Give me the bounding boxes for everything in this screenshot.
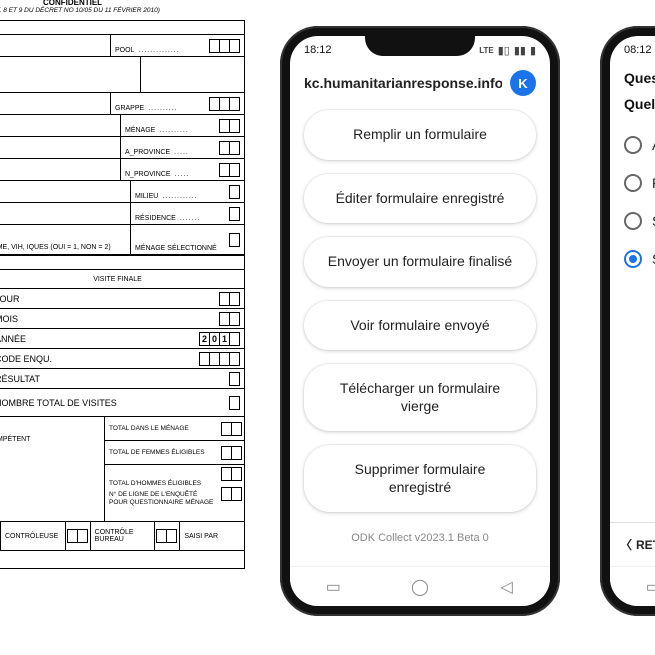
rc-total-hommes: TOTAL D'HOMMES ÉLIGIBLES [109,480,201,487]
paper-form: CONFIDENTIEL (ART. 8 ET 9 DU DÉCRET NO 1… [0,0,245,569]
status-time: 18:12 [304,44,332,56]
btn-send-finalized[interactable]: Envoyer un formulaire finalisé [304,237,536,287]
volte-icon: LTE [479,46,494,55]
footer-row: CONTRÔLEUSE CONTRÔLE BUREAU SAISI PAR [0,522,245,551]
question-stem: Quel es [624,96,655,112]
android-navbar: ▭ ◯ ◁ [610,566,655,606]
field-pool-boxes [210,35,244,56]
battery-icon: ▮ [530,44,536,57]
phone-odk-question: 08:12 ▲ Questio Quel es Au Pr Se Su 〈 RE… [600,26,655,616]
signal2-icon: ▮▮ [514,44,526,57]
rc-ligne-enquete: N° DE LIGNE DE L'ENQUÊTÉ POUR QUESTIONNA… [109,491,216,506]
rc-total-femmes: TOTAL DE FEMMES ÉLIGIBLES [105,441,220,464]
radio-option-0[interactable]: Au [624,126,655,164]
visit-annee-boxes: 2 0 1 [200,329,244,348]
android-navbar: ▭ ◯ ◁ [290,566,550,606]
back-button[interactable]: 〈 RETOUR [620,536,655,553]
radio-icon [624,212,642,230]
footer-controle-bureau: CONTRÔLE BUREAU [90,522,155,550]
avatar[interactable]: K [510,70,536,96]
visit-jour-label: JOUR [0,294,20,304]
footer-saisi-par: SAISI PAR [179,522,244,550]
visits-header: 3 VISITE FINALE [0,270,245,289]
chevron-left-icon: 〈 [620,536,632,553]
nav-back-icon[interactable]: ◁ [493,573,521,601]
form-confidential: CONFIDENTIEL [0,0,245,7]
app-version: ODK Collect v2023.1 Beta 0 [290,532,550,544]
signal-icon: ▮▯ [498,44,510,57]
btn-edit-saved[interactable]: Éditer formulaire enregistré [304,174,536,224]
phone-notch [365,36,475,56]
app-host-title: kc.humanitarianresponse.info [304,75,502,91]
section-identification: TIFICATION [0,20,245,35]
visit-resultat-label: RÉSULTAT [0,374,40,384]
left-tests: E TESTS: ANÉMIE, PALUDISME, VIH, IQUES (… [0,225,130,254]
left-urbrur: L =4, RURAL=5) [0,181,130,202]
field-aprov-label: A_PROVINCE [125,149,170,156]
radio-option-3[interactable]: Su [624,240,655,278]
nav-recents-icon[interactable]: ▭ [639,573,655,601]
field-menage-label: MÉNAGE [125,127,155,134]
visit-code-label: CODE ENQU. [0,354,52,364]
form-decree: (ART. 8 ET 9 DU DÉCRET NO 10/05 DU 11 FÉ… [0,7,245,14]
field-nprov-label: N_PROVINCE [125,171,171,178]
status-bar: 08:12 ▲ [610,36,655,64]
status-time: 08:12 [624,44,652,56]
btn-delete-saved[interactable]: Supprimer formulaire enregistré [304,445,536,512]
visit-annee-label: ANNÉE [0,334,26,344]
section-enqueteur: ÉTRICE/ENQUÊTEUR [0,255,245,270]
btn-fill-form[interactable]: Remplir un formulaire [304,110,536,160]
field-pool-label: POOL [115,47,134,54]
radio-icon [624,250,642,268]
btn-view-sent[interactable]: Voir formulaire envoyé [304,301,536,351]
field-milieu-label: MILIEU [135,193,158,200]
phone-odk-main: 18:12 LTE ▮▯ ▮▮ ▮ kc.humanitarianrespons… [280,26,560,616]
btn-download-blank[interactable]: Télécharger un formulaire vierge [304,364,536,431]
nav-recents-icon[interactable]: ▭ [319,573,347,601]
visit-mois-label: MOIS [0,314,18,324]
radio-option-2[interactable]: Se [624,202,655,240]
radio-icon [624,136,642,154]
radio-icon [624,174,642,192]
field-residence-label: RÉSIDENCE [135,215,176,222]
question-screen-title: Questio [624,70,655,86]
field-grappe-boxes [210,93,244,114]
field-grappe-label: GRAPPE [115,105,144,112]
footer-controleuse: CONTRÔLEUSE [0,522,65,550]
result-codes-text: ON OU PAS D'ENQUÊTÉ COMPÉTENT NE LONGUE … [0,417,104,521]
radio-option-1[interactable]: Pr [624,164,655,202]
visit-nbvisites-label: NOMBRE TOTAL DE VISITES [0,398,117,408]
field-menagesel-label: MÉNAGE SÉLECTIONNÉ [135,245,217,252]
nav-home-icon[interactable]: ◯ [406,573,434,601]
rc-total-menage: TOTAL DANS LE MÉNAGE [105,417,220,440]
